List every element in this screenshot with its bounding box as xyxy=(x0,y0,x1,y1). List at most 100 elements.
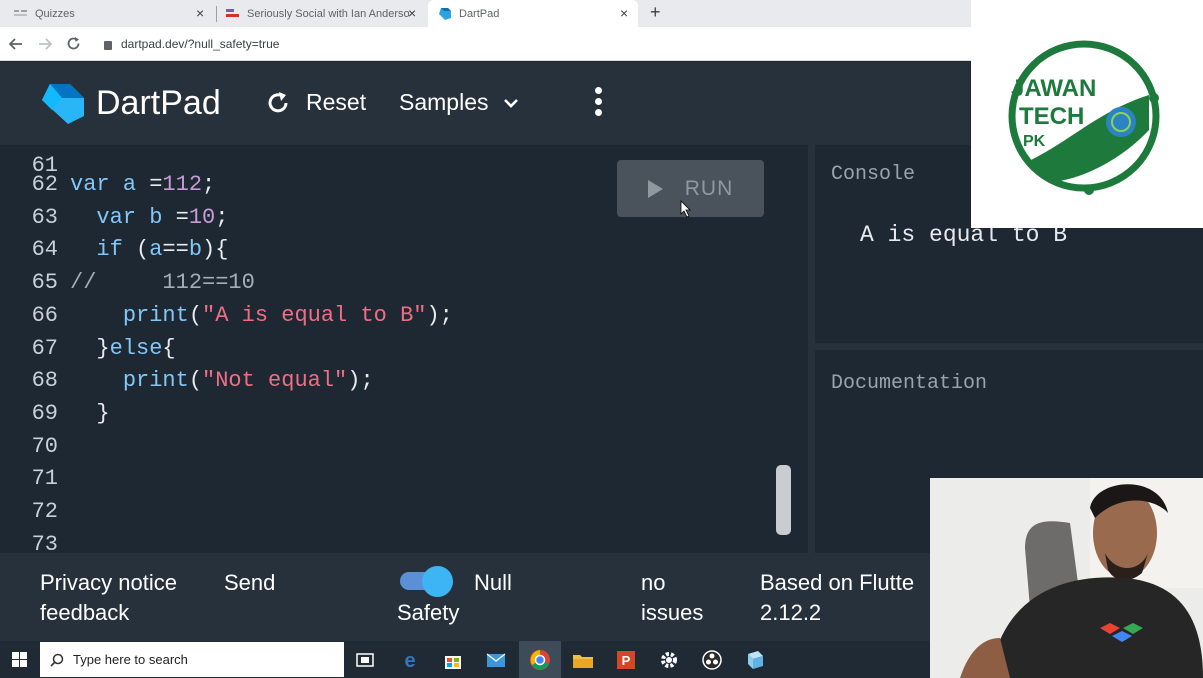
task-view-icon[interactable] xyxy=(353,648,377,672)
reset-button[interactable]: Reset xyxy=(265,89,366,116)
url-field[interactable]: dartpad.dev/?null_safety=true xyxy=(104,37,279,51)
code-token: = xyxy=(136,172,163,197)
code-token: "Not equal" xyxy=(202,368,348,394)
code-token: ); xyxy=(347,368,374,394)
settings-gear-icon[interactable] xyxy=(657,648,681,672)
code-token: = xyxy=(162,204,189,230)
code-text: }else{ xyxy=(70,335,175,361)
issues-status-cont: issues xyxy=(641,600,704,625)
code-line: 66 print("A is equal to B"); xyxy=(0,303,808,335)
panel-divider[interactable] xyxy=(815,343,1203,350)
reload-icon[interactable] xyxy=(66,36,81,51)
app-cube-icon[interactable] xyxy=(743,648,767,672)
chrome-icon[interactable] xyxy=(528,648,552,672)
seriously-social-favicon-icon xyxy=(226,9,239,17)
tab-label: Seriously Social with Ian Anderso xyxy=(247,7,410,20)
code-text: if (a==b){ xyxy=(70,237,228,262)
tab-label: DartPad xyxy=(459,7,500,20)
null-safety-toggle[interactable] xyxy=(397,566,457,597)
mail-icon[interactable] xyxy=(484,648,508,672)
code-text: // 112==10 xyxy=(70,270,255,295)
code-token: ( xyxy=(188,302,203,328)
taskbar-search-input[interactable]: Type here to search xyxy=(40,642,344,677)
code-token: 112 xyxy=(162,172,203,197)
file-explorer-icon[interactable] xyxy=(571,648,595,672)
samples-dropdown[interactable]: Samples xyxy=(399,89,520,116)
code-token: ); xyxy=(426,302,453,328)
code-line: 72 xyxy=(0,499,808,531)
code-line: 70 xyxy=(0,434,808,466)
code-token: ( xyxy=(188,368,203,394)
url-text: dartpad.dev/?null_safety=true xyxy=(121,37,280,51)
line-number: 71 xyxy=(31,466,58,492)
code-text: print("Not equal"); xyxy=(70,368,374,393)
line-number: 68 xyxy=(31,368,58,394)
code-token: // 112==10 xyxy=(70,270,255,296)
code-token: == xyxy=(162,237,189,263)
tab-dartpad[interactable]: DartPad × xyxy=(428,0,638,27)
more-menu-icon[interactable] xyxy=(593,87,603,121)
code-line: 69 } xyxy=(0,401,808,433)
documentation-label: Documentation xyxy=(831,372,988,395)
close-tab-icon[interactable]: × xyxy=(196,5,204,21)
samples-label: Samples xyxy=(399,89,489,115)
close-tab-icon[interactable]: × xyxy=(408,5,416,21)
run-label: RUN xyxy=(684,176,734,200)
code-token: ; xyxy=(215,204,229,230)
privacy-notice-link[interactable]: Privacy notice xyxy=(40,568,177,598)
code-line: 68 print("Not equal"); xyxy=(0,368,808,400)
send-feedback-link-cont[interactable]: feedback xyxy=(40,598,129,628)
reset-label: Reset xyxy=(306,89,367,115)
quizzes-favicon-icon xyxy=(14,10,27,16)
tab-seriously-social[interactable]: Seriously Social with Ian Anderso × xyxy=(226,0,426,27)
webcam-overlay xyxy=(930,478,1203,678)
line-number: 67 xyxy=(31,335,58,361)
code-token: if xyxy=(96,237,123,263)
code-text: print("A is equal to B"); xyxy=(70,303,453,328)
null-safety-label-cont: Safety xyxy=(397,600,460,625)
tab-label: Quizzes xyxy=(35,7,75,20)
chevron-down-icon xyxy=(504,98,519,108)
close-tab-icon[interactable]: × xyxy=(620,5,628,21)
code-token: a xyxy=(149,237,163,263)
store-icon[interactable] xyxy=(441,648,465,672)
tab-quizzes[interactable]: Quizzes × xyxy=(14,0,214,27)
code-token: b xyxy=(149,204,163,230)
editor-scrollbar[interactable] xyxy=(776,465,791,535)
tab-separator xyxy=(216,6,217,22)
line-number: 69 xyxy=(31,400,58,426)
obs-recorder-icon[interactable] xyxy=(700,648,724,672)
code-line: 65 // 112==10 xyxy=(0,270,808,302)
logo-line-1: JAWAN xyxy=(1011,75,1096,102)
null-safety-label: Null xyxy=(474,570,512,595)
panel-divider[interactable] xyxy=(808,145,815,553)
code-text: } xyxy=(70,401,109,426)
code-token: b xyxy=(188,237,203,263)
code-line: 73 xyxy=(0,532,808,553)
powerpoint-icon[interactable]: P xyxy=(614,648,638,672)
code-token: var xyxy=(96,204,137,230)
jawan-tech-logo: JAWAN TECH PK xyxy=(1008,40,1160,195)
code-line: 64 if (a==b){ xyxy=(0,237,808,269)
code-token: else xyxy=(109,335,163,361)
windows-start-icon[interactable] xyxy=(12,652,27,667)
code-token: var xyxy=(70,172,110,197)
screen: Quizzes × Seriously Social with Ian Ande… xyxy=(0,0,1203,678)
forward-icon[interactable] xyxy=(38,37,52,51)
new-tab-icon[interactable]: + xyxy=(650,2,661,23)
logo-line-2: TECH xyxy=(1019,103,1084,130)
line-number: 72 xyxy=(31,499,58,524)
dartpad-header: DartPad Reset Samples xyxy=(0,62,970,145)
code-line: 67 }else{ xyxy=(0,336,808,368)
play-icon xyxy=(647,179,663,198)
line-number: 62 xyxy=(31,172,58,197)
send-feedback-link[interactable]: Send xyxy=(224,568,275,598)
code-editor[interactable]: 61 62 var a =112; 63 var b =10; 64 if (a==b… xyxy=(0,145,808,553)
code-token: 10 xyxy=(188,204,216,230)
back-icon[interactable] xyxy=(9,37,23,51)
edge-browser-icon[interactable]: e xyxy=(398,648,422,672)
